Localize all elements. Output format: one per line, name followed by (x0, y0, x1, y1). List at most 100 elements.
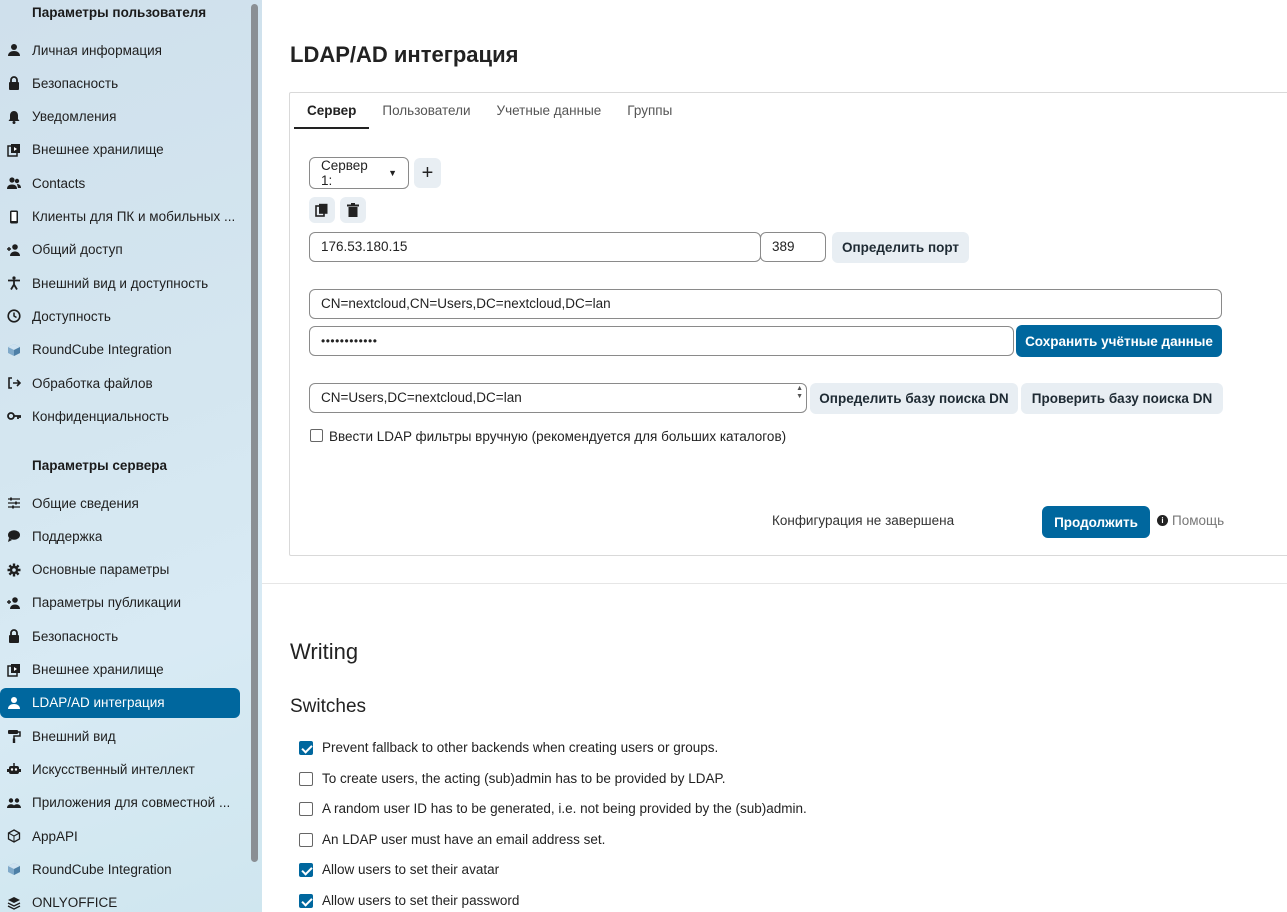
server-item[interactable]: ONLYOFFICE (0, 888, 240, 912)
copy-config-button[interactable] (309, 197, 335, 223)
help-link[interactable]: i Помощь (1157, 513, 1224, 528)
key-icon (7, 409, 21, 423)
server-item[interactable]: Параметры публикации (0, 588, 240, 618)
personal-item[interactable]: Доступность (0, 301, 240, 331)
sidebar-item-label: Поддержка (32, 528, 103, 544)
continue-button[interactable]: Продолжить (1042, 506, 1150, 538)
trash-icon (347, 203, 359, 217)
server-item[interactable]: RoundCube Integration (0, 854, 240, 884)
lock-icon (7, 76, 21, 91)
server-item[interactable]: Внешний вид (0, 721, 240, 751)
test-base-dn-button[interactable]: Проверить базу поиска DN (1021, 383, 1223, 414)
user-dn-input[interactable]: CN=nextcloud,CN=Users,DC=nextcloud,DC=la… (309, 289, 1222, 319)
sidebar-item-label: Уведомления (32, 109, 117, 125)
base-dn-value: CN=Users,DC=nextcloud,DC=lan (321, 390, 522, 405)
switches-heading: Switches (290, 696, 367, 717)
detect-port-button[interactable]: Определить порт (832, 232, 969, 263)
tune-icon (7, 496, 21, 510)
manual-filter-label: Ввести LDAP фильтры вручную (рекомендует… (329, 429, 787, 444)
server-item[interactable]: Внешнее хранилище (0, 655, 240, 685)
plus-icon: + (421, 162, 434, 184)
switch-checkbox[interactable] (299, 894, 313, 908)
file-processing-icon (7, 376, 21, 390)
sidebar-item-label: Безопасность (32, 75, 119, 91)
sidebar-item-label: Доступность (32, 308, 111, 324)
sidebar-item-label: Конфиденциальность (32, 408, 169, 424)
sidebar-item-label: RoundCube Integration (32, 342, 172, 358)
sidebar-item-label: Клиенты для ПК и мобильных ... (32, 209, 236, 224)
personal-item[interactable]: Внешний вид и доступность (0, 268, 240, 298)
server-select[interactable]: Сервер 1: ▼ (309, 157, 409, 189)
switch-checkbox[interactable] (299, 771, 313, 786)
personal-item[interactable]: Личная информация (0, 35, 240, 65)
add-server-button[interactable]: + (414, 158, 441, 188)
clock-icon (7, 309, 21, 323)
info-icon: i (1157, 515, 1168, 526)
tab-credentials[interactable]: Учетные данные (484, 93, 615, 129)
ldap-config-card: Сервер Пользователи Учетные данные Групп… (289, 92, 1287, 556)
sidebar-item-label: Приложения для совместной ... (32, 795, 231, 811)
server-settings-heading: Параметры сервера (32, 458, 168, 473)
server-item[interactable]: Приложения для совместной ... (0, 788, 240, 818)
personal-settings-heading: Параметры пользователя (32, 5, 207, 20)
lock-icon (7, 629, 21, 644)
sidebar-scrollbar[interactable] (251, 4, 258, 862)
main-content: LDAP/AD интеграция Сервер Пользователи У… (262, 0, 1287, 912)
tab-users[interactable]: Пользователи (369, 93, 483, 129)
port-input[interactable]: 389 (760, 232, 826, 262)
switch-checkbox[interactable] (299, 741, 313, 755)
personal-item[interactable]: Уведомления (0, 102, 240, 132)
personal-item[interactable]: Contacts (0, 168, 240, 198)
roundcube-icon (7, 862, 21, 876)
server-item[interactable]: Общие сведения (0, 488, 240, 518)
personal-item[interactable]: Внешнее хранилище (0, 135, 240, 165)
bell-icon (7, 110, 21, 124)
save-credentials-button[interactable]: Сохранить учётные данные (1016, 325, 1222, 357)
server-item[interactable]: AppAPI (0, 821, 240, 851)
server-item[interactable]: Безопасность (0, 621, 240, 651)
personal-item[interactable]: Клиенты для ПК и мобильных ... (0, 202, 240, 232)
tab-server[interactable]: Сервер (294, 93, 370, 129)
sidebar-item-label: LDAP/AD интеграция (32, 695, 165, 711)
page-title: LDAP/AD интеграция (290, 42, 519, 67)
switch-checkbox[interactable] (299, 863, 313, 878)
gear-icon (7, 563, 21, 577)
personal-item[interactable]: Обработка файлов (0, 368, 240, 398)
writing-heading: Writing (290, 639, 359, 664)
sidebar-item-label: Основные параметры (32, 562, 170, 578)
personal-item[interactable]: Безопасность (0, 68, 240, 98)
spinner-arrows-icon: ▲ ▼ (796, 385, 803, 400)
sidebar-item-label: Общий доступ (32, 242, 123, 258)
config-status-text: Конфигурация не завершена (772, 513, 955, 528)
server-item[interactable]: Поддержка (0, 521, 240, 551)
sidebar-item-label: Внешний вид и доступность (32, 275, 209, 291)
sidebar-item-label: AppAPI (32, 828, 78, 844)
server-item[interactable]: Искусственный интеллект (0, 754, 240, 784)
sidebar-item-label: Внешнее хранилище (32, 142, 164, 158)
switch-checkbox[interactable] (299, 802, 313, 817)
server-item[interactable]: LDAP/AD интеграция (0, 687, 240, 718)
settings-sidebar: Параметры пользователя Личная информация… (0, 0, 262, 912)
base-dn-textarea[interactable]: CN=Users,DC=nextcloud,DC=lan ▲ ▼ (309, 383, 807, 413)
manual-filter-checkbox[interactable] (310, 429, 323, 442)
person-icon (7, 696, 21, 710)
caret-down-icon: ▼ (388, 168, 397, 178)
external-storage-icon (7, 143, 21, 157)
sidebar-item-label: Общие сведения (32, 495, 139, 511)
sidebar-item-label: Внешний вид (32, 728, 116, 744)
password-input[interactable]: •••••••••••• (309, 326, 1014, 356)
roundcube-icon (7, 343, 21, 357)
host-input[interactable]: 176.53.180.15 (309, 232, 761, 262)
sidebar-item-label: ONLYOFFICE (32, 895, 118, 911)
personal-item[interactable]: Общий доступ (0, 235, 240, 265)
share-icon (7, 596, 21, 610)
detect-base-dn-button[interactable]: Определить базу поиска DN (810, 383, 1018, 414)
tab-groups[interactable]: Группы (614, 93, 685, 129)
person-icon (7, 43, 21, 57)
server-item[interactable]: Основные параметры (0, 555, 240, 585)
sidebar-item-label: RoundCube Integration (32, 861, 172, 877)
personal-item[interactable]: Конфиденциальность (0, 401, 240, 431)
delete-config-button[interactable] (340, 197, 366, 223)
personal-item[interactable]: RoundCube Integration (0, 335, 240, 365)
switch-checkbox[interactable] (299, 832, 313, 847)
